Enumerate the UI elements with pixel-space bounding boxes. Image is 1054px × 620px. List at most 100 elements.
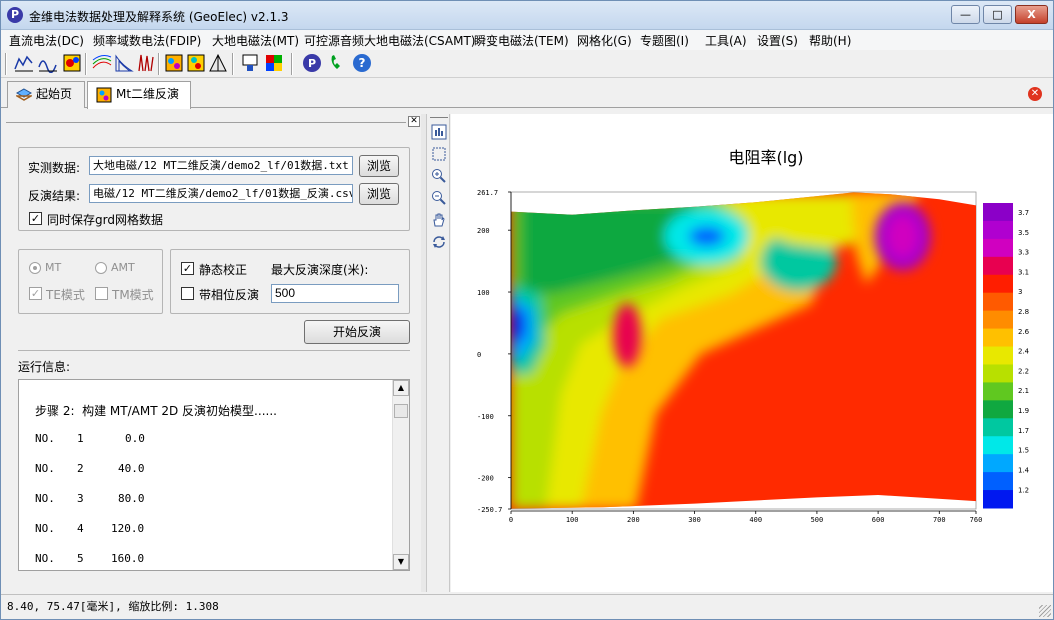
zoom-out-icon[interactable]	[430, 190, 448, 208]
fit-icon[interactable]	[430, 146, 448, 164]
options-group: ✓ 静态校正 最大反演深度(米): 带相位反演 500	[170, 249, 410, 314]
svg-text:?: ?	[359, 56, 366, 70]
colorbar-label: 2.2	[1018, 367, 1029, 375]
log-scrollbar[interactable]: ▲ ▼	[392, 380, 409, 570]
close-tab-icon[interactable]: ✕	[1028, 87, 1042, 101]
te-mode-checkbox[interactable]: ✓	[29, 287, 42, 300]
y-tick-label: -250.7	[477, 506, 502, 514]
colorbar-swatch	[983, 256, 1013, 276]
tm-mode-checkbox[interactable]	[95, 287, 108, 300]
export-icon[interactable]	[239, 53, 261, 75]
panel-close-icon[interactable]: ✕	[408, 116, 420, 127]
tab-mt-inversion[interactable]: Mt二维反演	[87, 81, 191, 109]
phase-inversion-checkbox[interactable]	[181, 287, 194, 300]
colorbar-swatch	[983, 203, 1013, 222]
logo-p-icon[interactable]: P	[301, 53, 323, 75]
color-map-icon[interactable]	[61, 53, 83, 75]
tm-mode-label: TM模式	[112, 288, 154, 302]
y-tick-label: -200	[477, 475, 494, 483]
menu-tem[interactable]: 瞬变电磁法(TEM)	[474, 32, 569, 49]
colorbar-swatch	[983, 436, 1013, 455]
window-title: 金维电法数据处理及解释系统 (GeoElec) v2.1.3	[29, 10, 289, 24]
colorbar-swatch	[983, 238, 1013, 258]
contour-icon[interactable]	[91, 53, 113, 75]
colorbar-label: 3	[1018, 288, 1022, 296]
close-button[interactable]: X	[1015, 5, 1048, 24]
amt-radio[interactable]	[95, 262, 107, 274]
zoom-in-icon[interactable]	[430, 168, 448, 186]
max-depth-input[interactable]: 500	[271, 284, 399, 303]
start-inversion-button[interactable]: 开始反演	[304, 320, 410, 344]
colorbar-swatch	[983, 382, 1013, 401]
inversion-map-icon	[96, 87, 112, 103]
x-axis: 0 100 200 300 400 500 600 700 760	[509, 510, 982, 524]
palette-icon[interactable]	[263, 53, 285, 75]
hand-icon[interactable]	[430, 212, 448, 230]
inversion-settings-panel: ✕ 实测数据: 大地电磁/12 MT二维反演/demo2_lf/01数据.txt…	[6, 114, 421, 592]
menu-dc[interactable]: 直流电法(DC)	[9, 32, 84, 49]
colorbar-label: 3.3	[1018, 249, 1029, 257]
minimize-button[interactable]: —	[951, 5, 980, 24]
file-group: 实测数据: 大地电磁/12 MT二维反演/demo2_lf/01数据.txt 浏…	[18, 147, 410, 231]
section-fill	[511, 192, 976, 509]
colorbar-swatch	[983, 292, 1013, 312]
static-correction-checkbox[interactable]: ✓	[181, 262, 194, 275]
x-tick-label: 0	[509, 516, 513, 524]
resize-grip-icon[interactable]	[1039, 605, 1051, 617]
inversion-map2-icon[interactable]	[185, 53, 207, 75]
refresh-icon[interactable]	[430, 234, 448, 252]
colorbar-swatch	[983, 472, 1013, 491]
colorbar-label: 2.6	[1018, 328, 1030, 336]
menu-mt[interactable]: 大地电磁法(MT)	[212, 32, 299, 49]
measured-data-field[interactable]: 大地电磁/12 MT二维反演/demo2_lf/01数据.txt	[89, 156, 353, 175]
x-tick-label: 700	[933, 516, 946, 524]
menu-thematic[interactable]: 专题图(I)	[640, 32, 689, 49]
x-tick-label: 300	[688, 516, 701, 524]
scroll-thumb[interactable]	[394, 404, 408, 418]
curve-chart-icon[interactable]	[13, 53, 35, 75]
y-tick-label: -100	[477, 413, 494, 421]
triangle-mesh-icon[interactable]	[207, 53, 229, 75]
feature-low-2	[688, 226, 725, 247]
colorbar-label: 2.4	[1018, 348, 1030, 356]
result-field[interactable]: 电磁/12 MT二维反演/demo2_lf/01数据_反演.csv	[89, 184, 353, 203]
feature-high-3	[886, 214, 919, 259]
mt-radio[interactable]	[29, 262, 41, 274]
static-correction-label: 静态校正	[199, 263, 248, 277]
colorbar-legend: 3.7 3.5 3.3 3.1 3 2.8 2.6 2.4 2.2 2.1 1.9 1.7 1.5 1.4…	[983, 203, 1030, 509]
inversion-map-icon[interactable]	[163, 53, 185, 75]
resistivity-chart: 电阻率(lg) 0 100 200 300 400 500 600 700 76…	[477, 148, 1030, 524]
browse-measured-button[interactable]: 浏览	[359, 155, 399, 177]
x-tick-label: 400	[749, 516, 762, 524]
layout-icon[interactable]	[430, 124, 448, 142]
x-tick-label: 100	[566, 516, 579, 524]
maximize-button[interactable]: □	[983, 5, 1012, 24]
sounding-icon[interactable]	[135, 53, 157, 75]
y-axis: 261.7 200 100 0 -100 -200 -250.7	[477, 189, 512, 514]
menu-fdip[interactable]: 频率域数电法(FDIP)	[93, 32, 201, 49]
log-output[interactable]: 步骤 2: 构建 MT/AMT 2D 反演初始模型...... NO. 1 0.…	[18, 379, 410, 571]
menu-help[interactable]: 帮助(H)	[809, 32, 851, 49]
scroll-up-icon[interactable]: ▲	[393, 380, 409, 396]
section-icon[interactable]	[113, 53, 135, 75]
scroll-down-icon[interactable]: ▼	[393, 554, 409, 570]
log-step: 步骤 2: 构建 MT/AMT 2D 反演初始模型......	[35, 404, 277, 418]
wave-chart-icon[interactable]	[37, 53, 59, 75]
menu-grid[interactable]: 网格化(G)	[577, 32, 632, 49]
tab-label: Mt二维反演	[116, 87, 180, 101]
menu-csamt[interactable]: 可控源音频大地电磁法(CSAMT)	[304, 32, 475, 49]
toolbar-separator	[5, 53, 7, 75]
menu-settings[interactable]: 设置(S)	[757, 32, 798, 49]
colorbar-swatch	[983, 418, 1013, 437]
colorbar-label: 1.4	[1018, 466, 1030, 474]
menu-tools[interactable]: 工具(A)	[705, 32, 747, 49]
browse-result-button[interactable]: 浏览	[359, 183, 399, 205]
save-grid-checkbox[interactable]: ✓	[29, 212, 42, 225]
colorbar-swatch	[983, 454, 1013, 473]
colorbar-label: 3.7	[1018, 209, 1029, 217]
panel-divider	[6, 122, 406, 123]
phone-icon[interactable]	[326, 53, 348, 75]
resistivity-plot[interactable]: 电阻率(lg) 0 100 200 300 400 500 600 700 76…	[451, 114, 1053, 592]
tab-start-page[interactable]: 起始页	[7, 81, 85, 108]
help-icon[interactable]: ?	[351, 53, 373, 75]
